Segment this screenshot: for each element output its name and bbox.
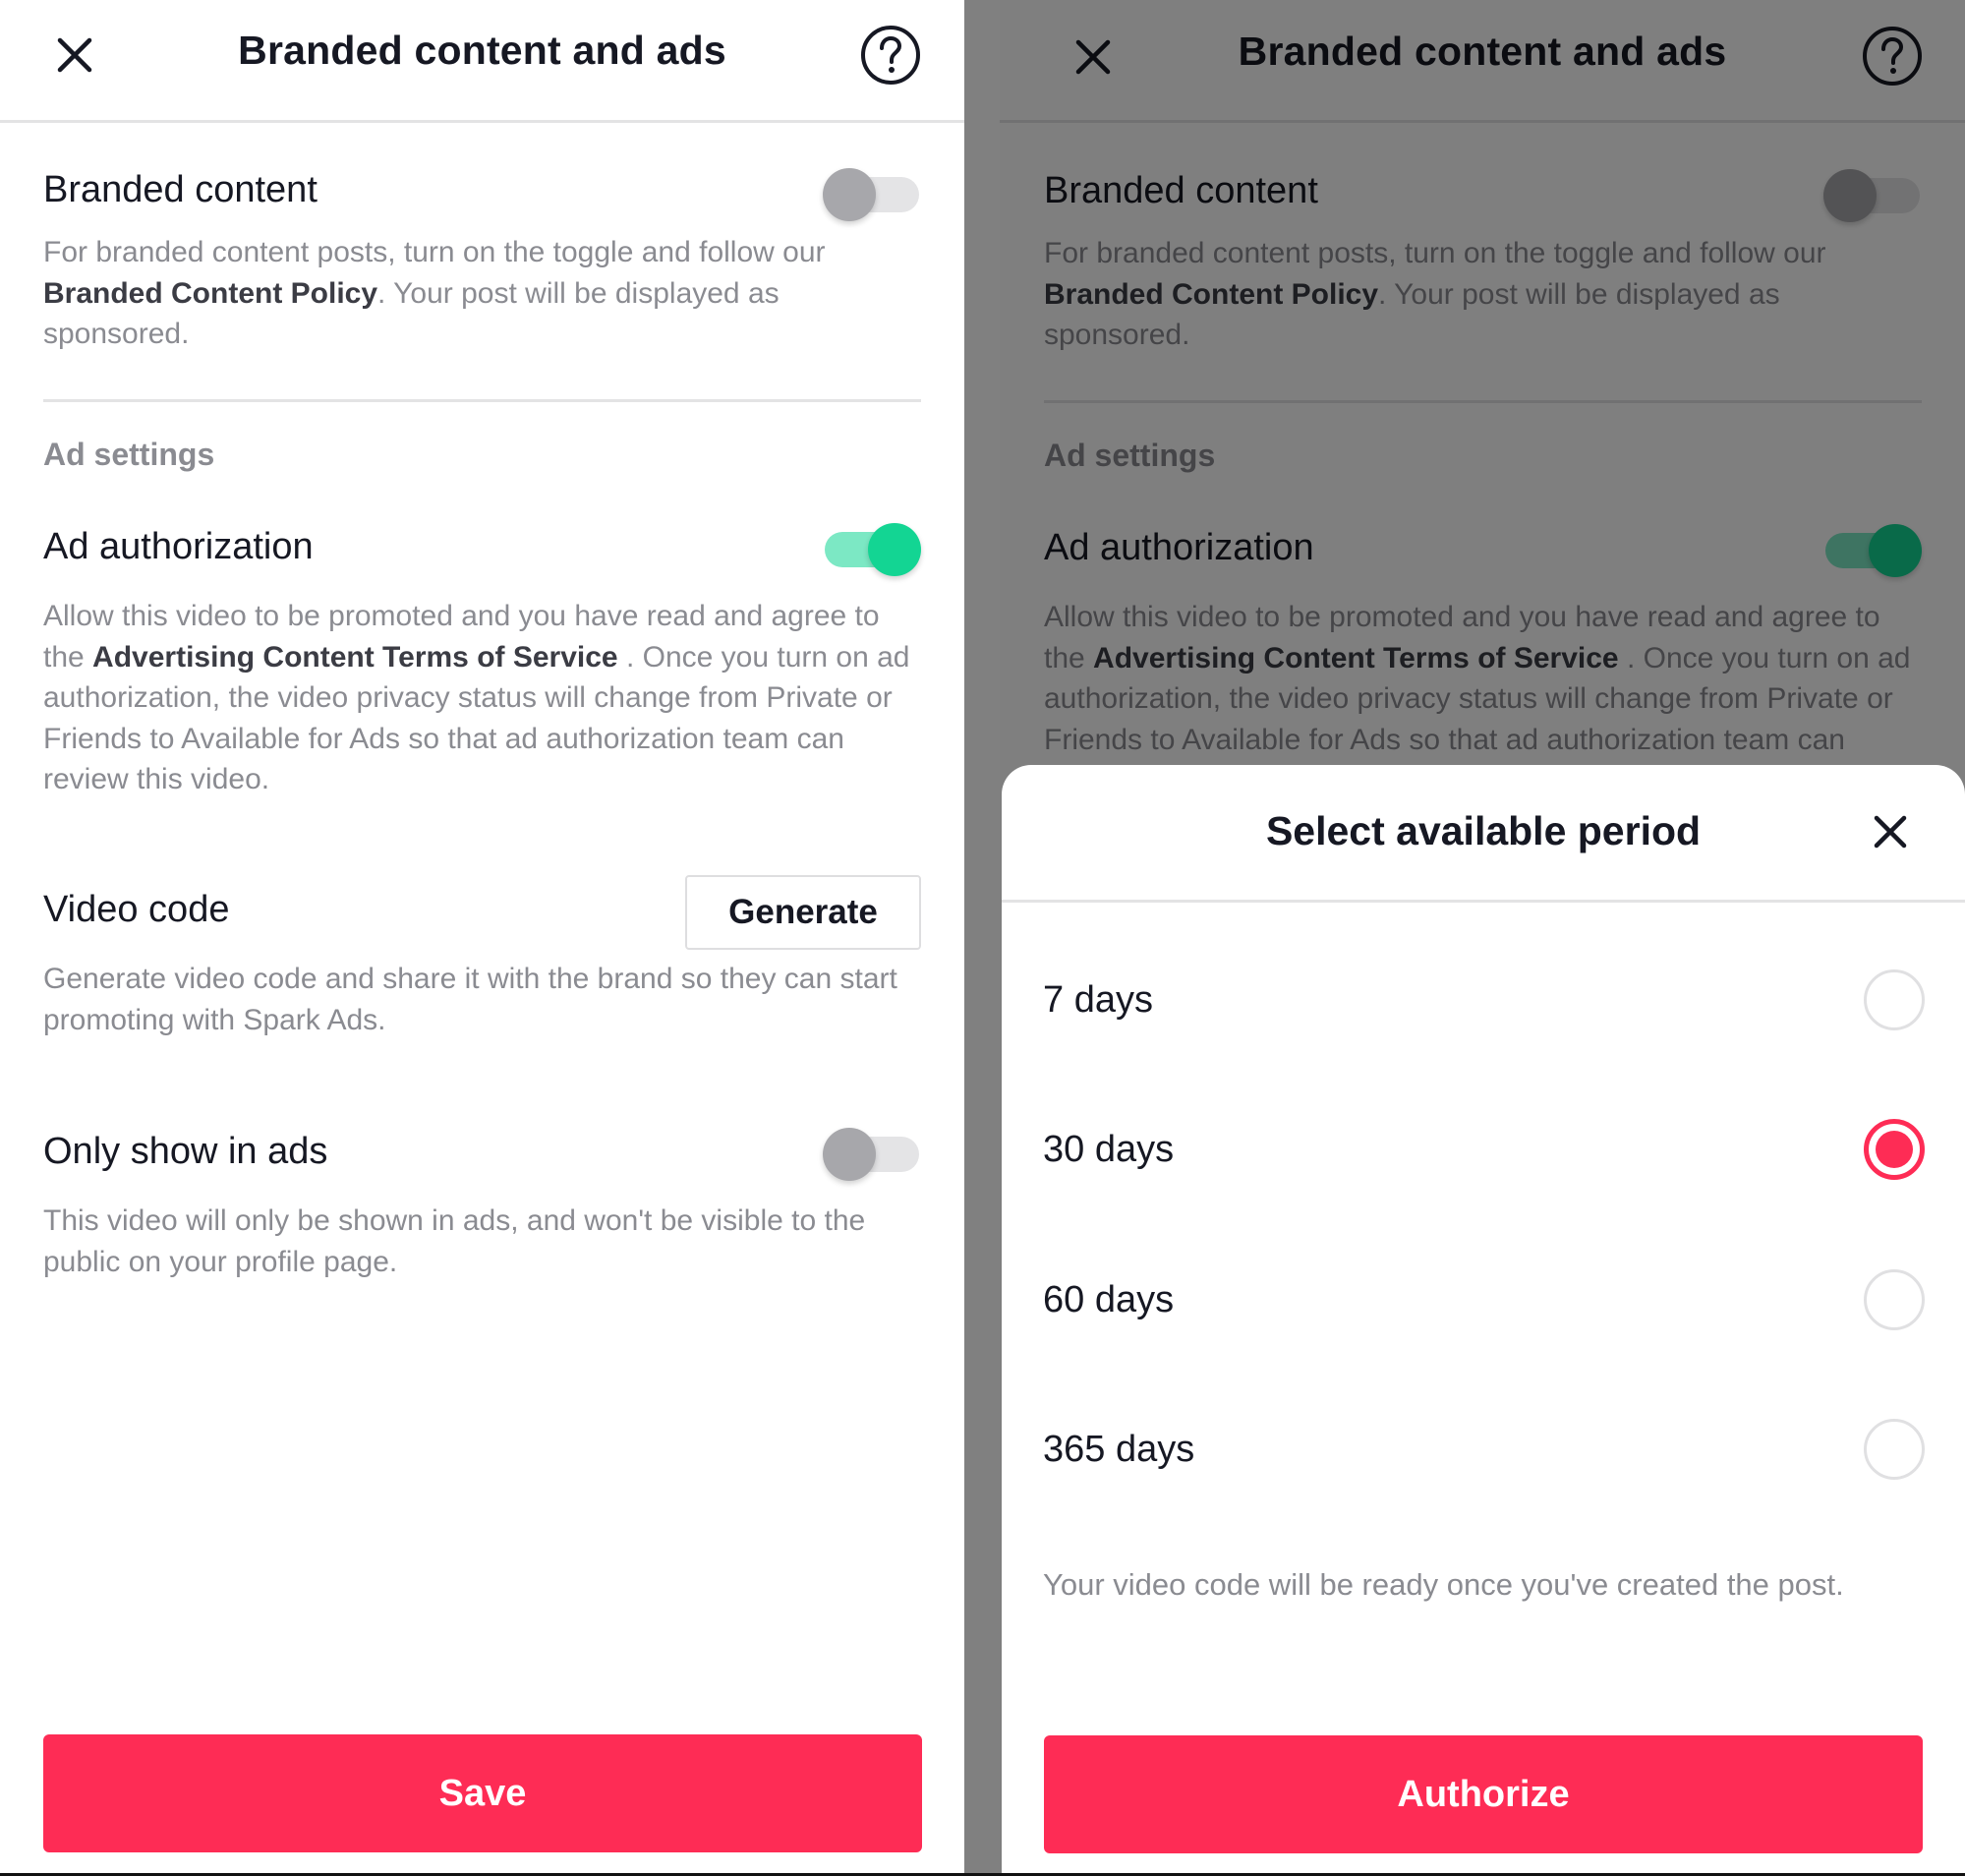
screen-divider bbox=[964, 0, 1000, 1874]
sheet-header: Select available period bbox=[1002, 765, 1965, 903]
only-show-in-ads-label: Only show in ads bbox=[43, 1131, 328, 1172]
save-button[interactable]: Save bbox=[43, 1734, 922, 1852]
period-option-60-days[interactable]: 60 days bbox=[1043, 1242, 1925, 1360]
period-option-30-days[interactable]: 30 days bbox=[1043, 1091, 1925, 1209]
only-show-in-ads-toggle[interactable] bbox=[823, 1124, 921, 1183]
authorize-button[interactable]: Authorize bbox=[1044, 1735, 1923, 1853]
option-label: 365 days bbox=[1043, 1429, 1195, 1470]
close-icon[interactable] bbox=[1872, 813, 1909, 850]
period-option-365-days[interactable]: 365 days bbox=[1043, 1391, 1925, 1509]
only-show-in-ads-description: This video will only be shown in ads, an… bbox=[43, 1204, 866, 1278]
option-label: 60 days bbox=[1043, 1279, 1175, 1320]
radio-button-selected[interactable] bbox=[1864, 1119, 1925, 1180]
settings-screen-left: Branded content and ads Branded content … bbox=[0, 0, 964, 1874]
toggle-knob bbox=[823, 168, 876, 221]
option-label: 30 days bbox=[1043, 1129, 1175, 1170]
radio-button[interactable] bbox=[1864, 969, 1925, 1030]
radio-button[interactable] bbox=[1864, 1419, 1925, 1480]
ad-authorization-description: Allow this video to be promoted and you … bbox=[43, 600, 910, 795]
ad-authorization-toggle[interactable] bbox=[823, 519, 921, 578]
settings-content: Branded content For branded content post… bbox=[43, 0, 921, 1874]
video-code-note: Your video code will be ready once you'v… bbox=[1043, 1567, 1844, 1602]
branded-content-label: Branded content bbox=[43, 169, 318, 210]
section-divider bbox=[43, 399, 921, 402]
ad-authorization-label: Ad authorization bbox=[43, 526, 314, 567]
toggle-knob bbox=[868, 523, 921, 576]
advertising-terms-link[interactable]: Advertising Content Terms of Service bbox=[92, 641, 618, 674]
settings-screen-right: Branded content and ads Branded content … bbox=[1000, 0, 1965, 1874]
select-period-sheet: Select available period 7 days 30 days 6… bbox=[1002, 765, 1965, 1874]
sheet-title: Select available period bbox=[1265, 808, 1702, 853]
toggle-knob bbox=[823, 1128, 876, 1181]
ad-settings-heading: Ad settings bbox=[43, 437, 215, 472]
branded-content-description: For branded content posts, turn on the t… bbox=[43, 236, 826, 350]
branded-content-toggle[interactable] bbox=[823, 164, 921, 223]
radio-button[interactable] bbox=[1864, 1269, 1925, 1330]
generate-button[interactable]: Generate bbox=[685, 875, 921, 950]
branded-content-policy-link[interactable]: Branded Content Policy bbox=[43, 277, 377, 310]
period-option-7-days[interactable]: 7 days bbox=[1043, 942, 1925, 1060]
option-label: 7 days bbox=[1043, 979, 1153, 1021]
video-code-label: Video code bbox=[43, 889, 230, 930]
video-code-description: Generate video code and share it with th… bbox=[43, 963, 897, 1036]
